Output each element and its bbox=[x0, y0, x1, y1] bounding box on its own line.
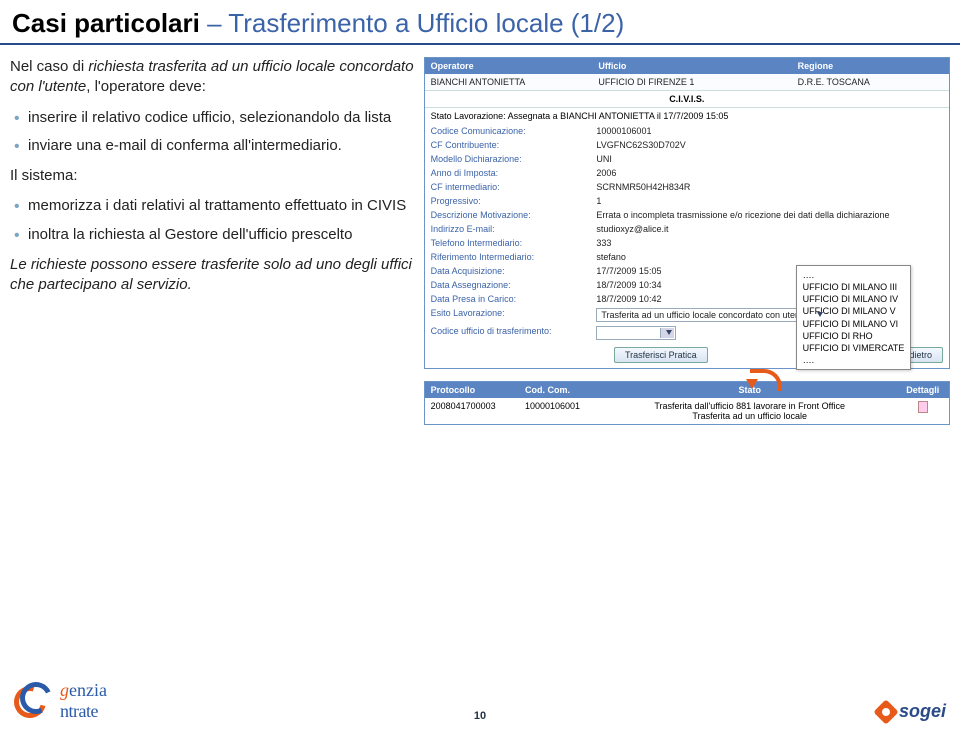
title-rest: – Trasferimento a Ufficio locale (1/2) bbox=[207, 8, 624, 38]
dropdown-item: …. bbox=[803, 354, 905, 366]
dropdown-item: …. bbox=[803, 269, 905, 281]
list-item: memorizza i dati relativi al trattamento… bbox=[10, 196, 414, 216]
row-protocollo: 2008041700003 bbox=[425, 398, 519, 424]
stato-line-2: Trasferita ad un ufficio locale bbox=[609, 411, 891, 421]
stato-line-1: Trasferita dall'ufficio 881 lavorare in … bbox=[609, 401, 891, 411]
kv-key: Codice Comunicazione: bbox=[425, 124, 593, 138]
ae-rings-icon bbox=[14, 682, 60, 722]
row-stato: Trasferita dall'ufficio 881 lavorare in … bbox=[603, 398, 897, 424]
panel-header-row: Operatore Ufficio Regione bbox=[425, 58, 949, 74]
dropdown-item[interactable]: UFFICIO DI MILANO VI bbox=[803, 318, 905, 330]
panel-value-row: BIANCHI ANTONIETTA UFFICIO DI FIRENZE 1 … bbox=[425, 74, 949, 90]
val-regione: D.R.E. TOSCANA bbox=[792, 74, 949, 90]
trasferisci-button[interactable]: Trasferisci Pratica bbox=[614, 347, 708, 363]
intro-post: , l'operatore deve: bbox=[86, 78, 206, 95]
intro-pre: Nel caso di bbox=[10, 58, 88, 75]
val-operatore: BIANCHI ANTONIETTA bbox=[425, 74, 593, 90]
protocol-table: Protocollo Cod. Com. Stato Dettagli 2008… bbox=[424, 381, 950, 425]
intro-paragraph: Nel caso di richiesta trasferita ad un u… bbox=[10, 57, 414, 98]
hdr-protocollo: Protocollo bbox=[425, 382, 519, 398]
table-row: 2008041700003 10000106001 Trasferita dal… bbox=[425, 398, 949, 424]
hdr-ufficio: Ufficio bbox=[592, 58, 791, 74]
dropdown-item[interactable]: UFFICIO DI MILANO IV bbox=[803, 293, 905, 305]
list-item: inviare una e-mail di conferma all'inter… bbox=[10, 136, 414, 156]
codice-ufficio-value bbox=[601, 328, 604, 338]
right-screenshot-column: Operatore Ufficio Regione BIANCHI ANTONI… bbox=[424, 57, 950, 425]
ae-g: g bbox=[60, 680, 69, 700]
kv-val: 1 bbox=[592, 194, 949, 208]
kv-key: CF Contribuente: bbox=[425, 138, 593, 152]
esito-value: Trasferita ad un ufficio locale concorda… bbox=[601, 310, 807, 320]
ae-sub: ntrate bbox=[60, 701, 107, 722]
sogei-text: sogei bbox=[899, 701, 946, 722]
kv-key: Data Assegnazione: bbox=[425, 278, 593, 292]
title-bold: Casi particolari bbox=[12, 8, 200, 38]
sogei-logo: sogei bbox=[877, 701, 946, 722]
list-item: inserire il relativo codice ufficio, sel… bbox=[10, 108, 414, 128]
kv-val: UNI bbox=[592, 152, 949, 166]
kv-key: Riferimento Intermediario: bbox=[425, 250, 593, 264]
esito-label: Esito Lavorazione: bbox=[425, 306, 593, 324]
dropdown-item[interactable]: UFFICIO DI VIMERCATE bbox=[803, 342, 905, 354]
kv-key: Modello Dichiarazione: bbox=[425, 152, 593, 166]
hdr-operatore: Operatore bbox=[425, 58, 593, 74]
kv-key: Data Presa in Carico: bbox=[425, 292, 593, 306]
kv-key: Progressivo: bbox=[425, 194, 593, 208]
kv-key: Data Acquisizione: bbox=[425, 264, 593, 278]
dropdown-item[interactable]: UFFICIO DI RHO bbox=[803, 330, 905, 342]
kv-val: 2006 bbox=[592, 166, 949, 180]
chevron-down-icon bbox=[666, 330, 672, 335]
row-dettagli[interactable] bbox=[897, 398, 949, 424]
kv-val: 333 bbox=[592, 236, 949, 250]
outro-paragraph: Le richieste possono essere trasferite s… bbox=[10, 255, 414, 296]
slide-title-bar: Casi particolari – Trasferimento a Uffic… bbox=[0, 0, 960, 45]
hdr-dettagli: Dettagli bbox=[897, 382, 949, 398]
kv-key: Indirizzo E-mail: bbox=[425, 222, 593, 236]
kv-val: SCRNMR50H42H834R bbox=[592, 180, 949, 194]
kv-key: Anno di Imposta: bbox=[425, 166, 593, 180]
protocol-table-header: Protocollo Cod. Com. Stato Dettagli bbox=[425, 382, 949, 398]
page-number: 10 bbox=[474, 710, 486, 722]
sogei-icon bbox=[873, 699, 898, 724]
sistema-label: Il sistema: bbox=[10, 166, 414, 186]
kv-val: Errata o incompleta trasmissione e/o ric… bbox=[592, 208, 949, 222]
stato-lavorazione: Stato Lavorazione: Assegnata a BIANCHI A… bbox=[425, 108, 949, 124]
kv-key: CF intermediario: bbox=[425, 180, 593, 194]
operator-bullets: inserire il relativo codice ufficio, sel… bbox=[10, 108, 414, 157]
kv-val: LVGFNC62S30D702V bbox=[592, 138, 949, 152]
row-cod-com: 10000106001 bbox=[519, 398, 603, 424]
annotation-arrow-icon bbox=[740, 369, 790, 399]
kv-val: stefano bbox=[592, 250, 949, 264]
agenzia-entrate-logo: genzia ntrate bbox=[14, 680, 107, 722]
system-bullets: memorizza i dati relativi al trattamento… bbox=[10, 196, 414, 245]
left-text-column: Nel caso di richiesta trasferita ad un u… bbox=[10, 57, 424, 425]
hdr-cod-com: Cod. Com. bbox=[519, 382, 603, 398]
val-ufficio: UFFICIO DI FIRENZE 1 bbox=[592, 74, 791, 90]
office-dropdown-popup: …. UFFICIO DI MILANO III UFFICIO DI MILA… bbox=[796, 265, 912, 370]
list-item: inoltra la richiesta al Gestore dell'uff… bbox=[10, 225, 414, 245]
civis-heading: C.I.V.I.S. bbox=[425, 90, 949, 108]
codice-ufficio-label: Codice ufficio di trasferimento: bbox=[425, 324, 593, 342]
codice-ufficio-select[interactable] bbox=[596, 326, 676, 340]
dropdown-item[interactable]: UFFICIO DI MILANO III bbox=[803, 281, 905, 293]
kv-val: 10000106001 bbox=[592, 124, 949, 138]
esito-select[interactable]: Trasferita ad un ufficio locale concorda… bbox=[596, 308, 826, 322]
chevron-down-icon bbox=[817, 312, 823, 317]
ae-enzia: enzia bbox=[69, 680, 107, 700]
kv-key: Telefono Intermediario: bbox=[425, 236, 593, 250]
slide-footer: genzia ntrate 10 sogei bbox=[0, 680, 960, 722]
detail-icon bbox=[918, 401, 928, 413]
kv-key: Descrizione Motivazione: bbox=[425, 208, 593, 222]
kv-val: studioxyz@alice.it bbox=[592, 222, 949, 236]
hdr-regione: Regione bbox=[792, 58, 949, 74]
slide-title: Casi particolari – Trasferimento a Uffic… bbox=[12, 8, 948, 39]
